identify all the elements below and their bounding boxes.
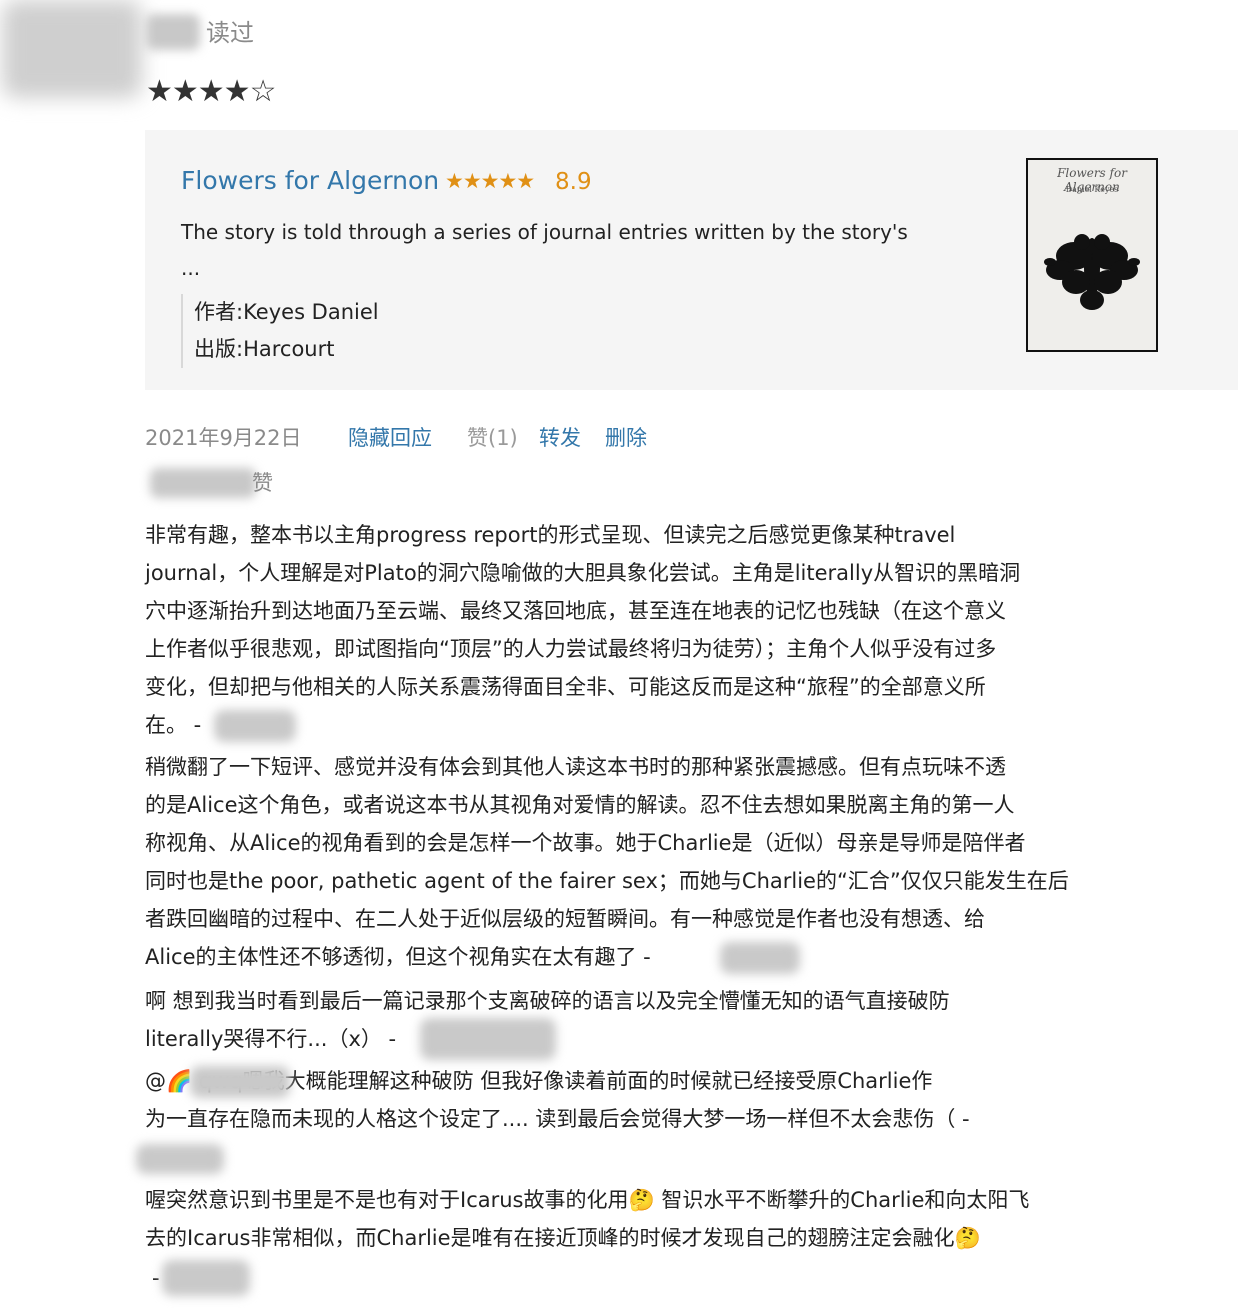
comment-line: 上作者似乎很悲观，即试图指向“顶层”的人力尝试最终将归为徒劳）；主角个人似乎没有… xyxy=(145,637,997,661)
commenter-name-redacted[interactable] xyxy=(136,1144,224,1174)
read-status-label: 读过 xyxy=(206,19,254,47)
book-description: The story is told through a series of jo… xyxy=(181,220,908,244)
book-author: 作者:Keyes Daniel xyxy=(194,300,379,324)
comment-line: 啊 想到我当时看到最后一篇记录那个支离破碎的语言以及完全懵懂无知的语气直接破防 xyxy=(145,989,950,1013)
commenter-name-redacted[interactable] xyxy=(720,942,800,974)
book-title-link[interactable]: Flowers for Algernon xyxy=(181,163,439,199)
comment-line: 穴中逐渐抬升到达地面乃至云端、最终又落回地底，甚至连在地表的记忆也残缺（在这个意… xyxy=(145,599,1006,623)
book-publisher: 出版:Harcourt xyxy=(194,337,335,361)
comment-line: 稍微翻了一下短评、感觉并没有体会到其他人读这本书时的那种紧张震撼感。但有点玩味不… xyxy=(145,755,1006,779)
inkblot-illustration xyxy=(1044,234,1140,310)
book-cover[interactable]: Flowers for Algernon Daniel Keyes xyxy=(1026,158,1158,352)
username-redacted[interactable] xyxy=(146,14,200,50)
comment-line: Alice的主体性还不够透彻，但这个视角实在太有趣了 - xyxy=(145,945,651,969)
comment-line: 同时也是the poor, pathetic agent of the fair… xyxy=(145,869,1069,893)
commenter-name-redacted[interactable] xyxy=(214,710,296,742)
cover-author: Daniel Keyes xyxy=(1065,185,1119,194)
user-rating-stars: ★★★★☆ xyxy=(146,74,276,109)
delete-link[interactable]: 删除 xyxy=(605,422,647,454)
comment-line: 的是Alice这个角色，或者说这本书从其视角对爱情的解读。忍不住去想如果脱离主角… xyxy=(145,793,1015,817)
comment-line: 喔突然意识到书里是不是也有对于Icarus故事的化用🤔 智识水平不断攀升的Cha… xyxy=(145,1188,1030,1212)
mention-name-redacted[interactable] xyxy=(190,1066,290,1098)
commenter-name-redacted[interactable] xyxy=(162,1260,250,1296)
comment-line: journal，个人理解是对Plato的洞穴隐喻做的大胆具象化尝试。主角是lit… xyxy=(145,561,1021,585)
book-meta: 作者:Keyes Daniel 出版:Harcourt xyxy=(181,294,379,368)
comment-line: 去的Icarus非常相似，而Charlie是唯有在接近顶峰的时候才发现自己的翅膀… xyxy=(145,1226,981,1250)
commenter-name-redacted[interactable] xyxy=(420,1018,556,1060)
comment-line: - xyxy=(152,1266,160,1290)
likers-redacted[interactable] xyxy=(150,468,256,498)
like-button[interactable]: 赞(1) xyxy=(467,422,518,454)
book-rating-stars: ★★★★★ xyxy=(445,169,535,193)
comment-line: literally哭得不行...（x） - xyxy=(145,1027,397,1051)
post-date: 2021年9月22日 xyxy=(145,426,302,450)
hide-replies-link[interactable]: 隐藏回应 xyxy=(348,422,432,454)
book-score: 8.9 xyxy=(555,169,592,195)
likers-label: 赞 xyxy=(252,471,273,495)
comment-line: 为一直存在隐而未现的人格这个设定了.... 读到最后会觉得大梦一场一样但不太会悲… xyxy=(145,1107,970,1131)
share-link[interactable]: 转发 xyxy=(539,422,581,454)
avatar[interactable] xyxy=(2,0,142,98)
book-description-ellipsis: ... xyxy=(181,256,201,280)
comment-line: 者跌回幽暗的过程中、在二人处于近似层级的短暂瞬间。有一种感觉是作者也没有想透、给 xyxy=(145,907,985,931)
comment-line: 称视角、从Alice的视角看到的会是怎样一个故事。她于Charlie是（近似）母… xyxy=(145,831,1026,855)
comment-line: 在。 - xyxy=(145,713,202,737)
comment-line: 变化，但却把与他相关的人际关系震荡得面目全非、可能这反而是这种“旅程”的全部意义… xyxy=(145,675,986,699)
comment-line: 非常有趣，整本书以主角progress report的形式呈现、但读完之后感觉更… xyxy=(145,523,956,547)
